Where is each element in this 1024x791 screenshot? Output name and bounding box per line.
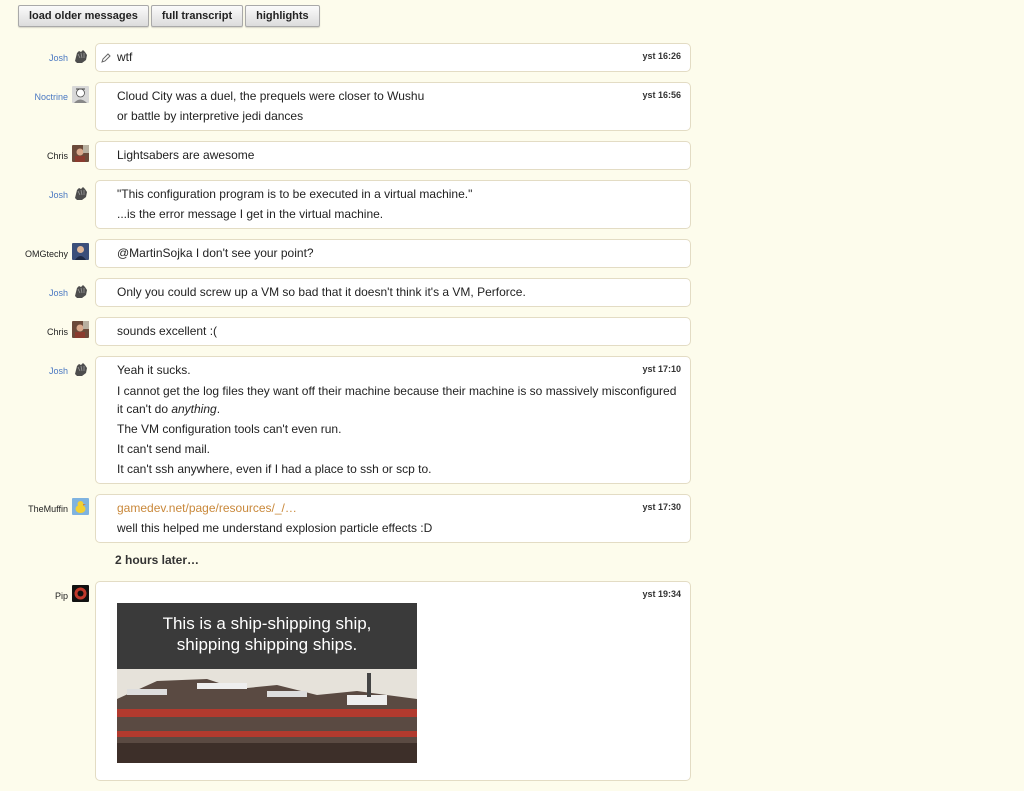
message-author: OMGtechy [0, 239, 90, 269]
message-text: "This configuration program is to be exe… [117, 187, 473, 201]
message-bubble[interactable]: yst 16:26 wtf [95, 43, 691, 72]
toolbar: load older messages full transcript high… [18, 5, 320, 27]
message-author: Josh [0, 43, 90, 73]
message-row: TheMuffin yst 17:30 gamedev.net/page/res… [0, 494, 700, 543]
message-author: Chris [0, 141, 90, 171]
message-row: Josh yst 16:26 wtf [0, 43, 700, 72]
timestamp[interactable]: yst 16:26 [642, 51, 681, 61]
message-row: Josh "This configuration program is to b… [0, 180, 700, 229]
message-row: Josh Only you could screw up a VM so bad… [0, 278, 700, 307]
message-bubble[interactable]: yst 17:30 gamedev.net/page/resources/_/…… [95, 494, 691, 543]
duck-avatar-icon[interactable] [72, 498, 89, 515]
timestamp[interactable]: yst 17:30 [642, 502, 681, 512]
message-text: It can't send mail. [117, 442, 210, 456]
hand-avatar-icon[interactable] [72, 47, 89, 64]
full-transcript-button[interactable]: full transcript [150, 5, 244, 27]
message-text: It can't ssh anywhere, even if I had a p… [117, 462, 432, 476]
sketch-avatar-icon[interactable] [72, 86, 89, 103]
message-author: TheMuffin [0, 494, 90, 524]
red-avatar-icon[interactable] [72, 585, 89, 602]
time-gap-notice: 2 hours later… [115, 553, 200, 567]
message-text: or battle by interpretive jedi dances [117, 109, 304, 123]
caption-line: shipping shipping ships. [176, 635, 358, 654]
load-older-messages-button[interactable]: load older messages [18, 5, 149, 27]
message-row: OMGtechy @MartinSojka I don't see your p… [0, 239, 700, 268]
message-text: I cannot get the log files they want off… [117, 380, 682, 419]
message-text: wtf [117, 50, 133, 64]
photo-avatar-icon[interactable] [72, 321, 89, 338]
highlights-button[interactable]: highlights [245, 5, 320, 27]
message-author: Josh [0, 356, 90, 386]
message-text: well this helped me understand explosion… [117, 521, 433, 535]
message-text: The VM configuration tools can't even ru… [117, 422, 342, 436]
message-author: Josh [0, 278, 90, 308]
chat-transcript: Josh yst 16:26 wtf Noctrine yst 16:56 Cl… [0, 43, 700, 791]
message-author: Chris [0, 317, 90, 347]
message-bubble[interactable]: "This configuration program is to be exe… [95, 180, 691, 229]
meme-image[interactable]: This is a ship-shipping ship, shipping s… [117, 603, 417, 763]
hand-avatar-icon[interactable] [72, 360, 89, 377]
username-link[interactable]: Josh [49, 288, 68, 298]
message-bubble[interactable]: yst 17:10 Yeah it sucks. I cannot get th… [95, 356, 691, 484]
message-text: @MartinSojka I don't see your point? [117, 246, 314, 260]
message-author: Josh [0, 180, 90, 210]
ships-photo [117, 669, 417, 763]
username-link[interactable]: Chris [47, 151, 68, 161]
timestamp[interactable]: yst 17:10 [642, 364, 681, 374]
username-link[interactable]: Josh [49, 366, 68, 376]
message-text: Lightsabers are awesome [117, 148, 255, 162]
caption-line: This is a ship-shipping ship, [162, 614, 372, 633]
message-row: Pip yst 19:34 This is a ship-shipping sh… [0, 581, 700, 781]
message-row: Chris sounds excellent :( [0, 317, 700, 346]
message-row: Chris Lightsabers are awesome [0, 141, 700, 170]
message-row: Josh yst 17:10 Yeah it sucks. I cannot g… [0, 356, 700, 484]
username-link[interactable]: OMGtechy [25, 249, 68, 259]
message-text: Only you could screw up a VM so bad that… [117, 285, 526, 299]
message-text: Cloud City was a duel, the prequels were… [117, 89, 425, 103]
message-bubble[interactable]: yst 16:56 Cloud City was a duel, the pre… [95, 82, 691, 131]
username-link[interactable]: Chris [47, 327, 68, 337]
message-bubble[interactable]: Lightsabers are awesome [95, 141, 691, 170]
message-text: sounds excellent :( [117, 324, 218, 338]
hand-avatar-icon[interactable] [72, 282, 89, 299]
emphasis-text: anything [171, 402, 217, 416]
message-text-part: . [216, 402, 221, 416]
username-link[interactable]: Josh [49, 53, 68, 63]
photo-avatar-icon[interactable] [72, 145, 89, 162]
message-author: Pip [0, 581, 90, 611]
username-link[interactable]: Noctrine [34, 92, 68, 102]
message-row: Noctrine yst 16:56 Cloud City was a duel… [0, 82, 700, 131]
message-text: ...is the error message I get in the vir… [117, 207, 384, 221]
timestamp[interactable]: yst 19:34 [642, 589, 681, 599]
message-bubble[interactable]: sounds excellent :( [95, 317, 691, 346]
username-link[interactable]: Pip [55, 591, 68, 601]
message-author: Noctrine [0, 82, 90, 112]
portrait-avatar-icon[interactable] [72, 243, 89, 260]
resource-link[interactable]: gamedev.net/page/resources/_/… [117, 501, 297, 515]
message-text: Yeah it sucks. [117, 363, 191, 377]
username-link[interactable]: TheMuffin [28, 504, 68, 514]
hand-avatar-icon[interactable] [72, 184, 89, 201]
username-link[interactable]: Josh [49, 190, 68, 200]
message-bubble[interactable]: yst 19:34 This is a ship-shipping ship, … [95, 581, 691, 781]
message-bubble[interactable]: @MartinSojka I don't see your point? [95, 239, 691, 268]
image-caption: This is a ship-shipping ship, shipping s… [117, 613, 417, 655]
timestamp[interactable]: yst 16:56 [642, 90, 681, 100]
message-bubble[interactable]: Only you could screw up a VM so bad that… [95, 278, 691, 307]
pencil-icon [101, 52, 111, 63]
